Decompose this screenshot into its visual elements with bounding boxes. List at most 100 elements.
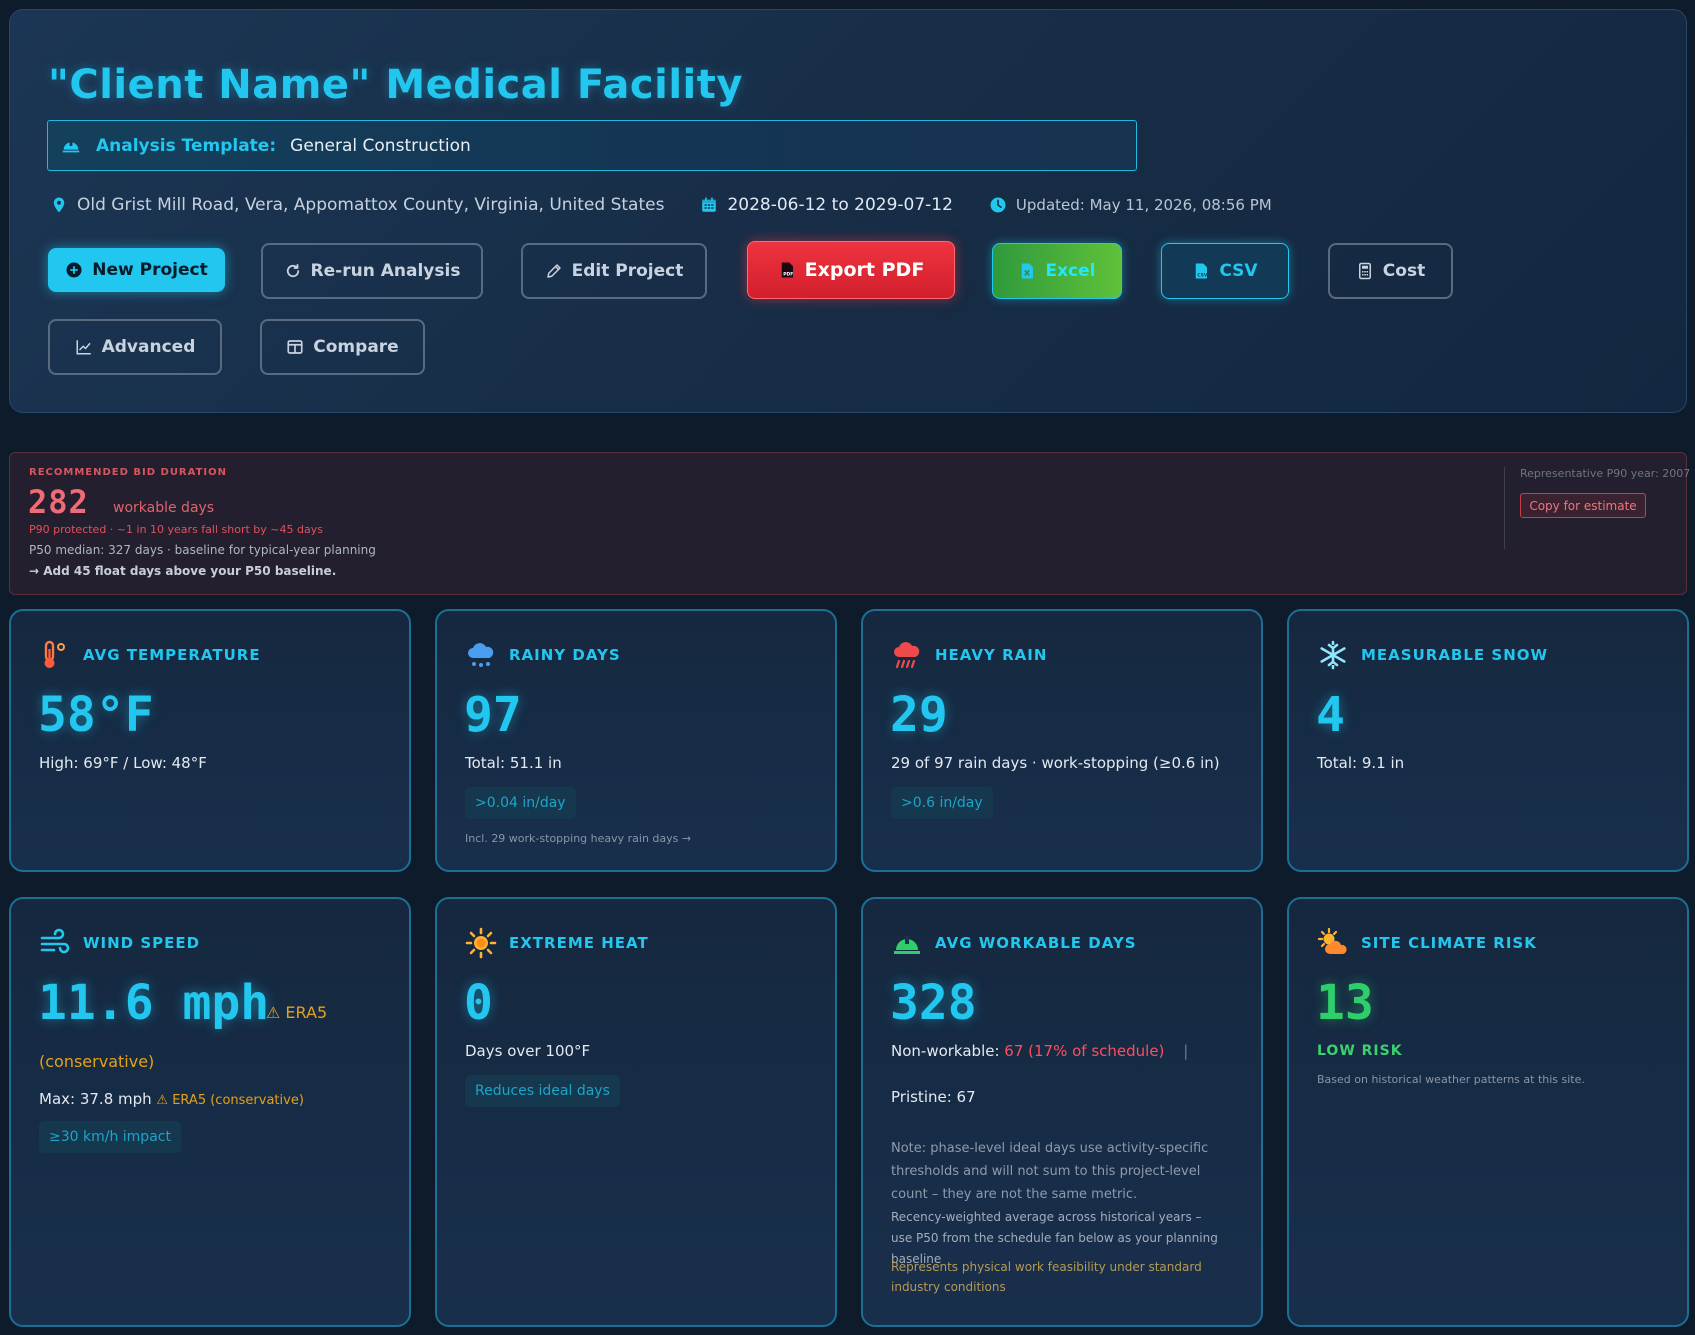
avg-temperature-card: AVG TEMPERATURE 58°F High: 69°F / Low: 4… — [9, 609, 411, 872]
refresh-icon — [286, 264, 299, 278]
calculator-icon — [1358, 262, 1371, 280]
csv-export-button[interactable]: CSV CSV — [1161, 243, 1289, 299]
wind-impact-chip: ≥30 km/h impact — [39, 1121, 181, 1153]
snowflake-icon — [1320, 640, 1346, 670]
new-project-label: New Project — [92, 260, 208, 280]
bid-divider — [1504, 467, 1505, 549]
pencil-icon — [546, 264, 561, 278]
extreme-heat-card: EXTREME HEAT 0 Days over 100°F Reduces i… — [435, 897, 837, 1327]
date-range-text: 2028-06-12 to 2029-07-12 — [727, 195, 953, 215]
cost-button[interactable]: Cost — [1328, 243, 1453, 299]
edit-project-label: Edit Project — [571, 261, 684, 281]
page-title: "Client Name" Medical Facility — [48, 62, 743, 108]
wind-speed-card: WIND SPEED 11.6 mph ⚠ ERA5 (conservative… — [9, 897, 411, 1327]
rerun-label: Re-run Analysis — [310, 261, 461, 281]
cost-label: Cost — [1382, 261, 1426, 281]
rainy-days-value: 97 — [464, 687, 522, 743]
card-title: AVG TEMPERATURE — [83, 646, 261, 664]
extreme-heat-detail: Days over 100°F — [465, 1042, 591, 1060]
svg-text:CSV: CSV — [1198, 272, 1209, 278]
line-chart-icon — [76, 340, 91, 355]
wind-max-value: Max: 37.8 mph — [39, 1090, 152, 1108]
project-header: "Client Name" Medical Facility Analysis … — [9, 9, 1687, 413]
bid-value: 282 — [28, 483, 89, 521]
sun-cloud-icon — [1317, 927, 1347, 954]
measurable-snow-card: MEASURABLE SNOW 4 Total: 9.1 in — [1287, 609, 1689, 872]
map-pin-icon — [53, 197, 65, 213]
rain-cloud-icon — [468, 643, 494, 667]
site-climate-risk-card: SITE CLIMATE RISK 13 LOW RISK Based on h… — [1287, 897, 1689, 1327]
last-updated-text: Updated: May 11, 2026, 08:56 PM — [1015, 196, 1272, 214]
svg-text:PDF: PDF — [783, 271, 793, 277]
wind-icon — [40, 928, 70, 954]
era5-conservative: (conservative) — [39, 1052, 155, 1071]
wind-max: Max: 37.8 mph ⚠ ERA5 (conservative) — [39, 1090, 304, 1108]
card-title: EXTREME HEAT — [509, 934, 649, 952]
location: Old Grist Mill Road, Vera, Appomattox Co… — [50, 195, 664, 215]
era5-badge: ⚠ ERA5 — [266, 1003, 328, 1022]
card-title: MEASURABLE SNOW — [1361, 646, 1549, 664]
non-workable: Non-workable: 67 (17% of schedule) | — [891, 1042, 1188, 1060]
bid-label: RECOMMENDED BID DURATION — [29, 467, 228, 478]
edit-project-button[interactable]: Edit Project — [521, 243, 707, 299]
avg-temperature-value: 58°F — [38, 687, 154, 743]
csv-label: CSV — [1219, 261, 1258, 281]
card-title: AVG WORKABLE DAYS — [935, 934, 1137, 952]
workable-days-value: 328 — [890, 975, 977, 1031]
snow-total: Total: 9.1 in — [1317, 754, 1405, 772]
feasibility-note: Represents physical work feasibility und… — [891, 1260, 1202, 1294]
heavy-rain-value: 29 — [890, 687, 948, 743]
rain-note: Incl. 29 work-stopping heavy rain days → — [465, 832, 692, 845]
excel-export-button[interactable]: Excel — [992, 243, 1122, 299]
snow-value: 4 — [1316, 687, 1345, 743]
heavy-rain-icon — [894, 642, 920, 669]
plus-circle-icon — [66, 262, 82, 278]
card-title: RAINY DAYS — [509, 646, 621, 664]
copy-for-estimate-button[interactable]: Copy for estimate — [1520, 493, 1646, 518]
card-title: SITE CLIMATE RISK — [1361, 934, 1537, 952]
card-title: WIND SPEED — [83, 934, 201, 952]
representative-year: Representative P90 year: 2007 — [1520, 467, 1691, 480]
template-label: Analysis Template: — [96, 135, 277, 156]
temperature-range: High: 69°F / Low: 48°F — [39, 754, 207, 772]
heat-impact-chip: Reduces ideal days — [465, 1075, 620, 1107]
risk-note: Based on historical weather patterns at … — [1317, 1073, 1585, 1086]
new-project-button[interactable]: New Project — [48, 248, 225, 292]
template-value: General Construction — [290, 135, 471, 156]
hardhat-icon — [894, 936, 920, 954]
calendar-icon — [702, 197, 717, 212]
heavy-rain-detail: 29 of 97 rain days · work-stopping (≥0.6… — [891, 754, 1220, 772]
risk-level: LOW RISK — [1317, 1043, 1403, 1059]
export-pdf-button[interactable]: PDF Export PDF — [747, 241, 955, 299]
pdf-file-icon: PDF — [781, 262, 793, 278]
advanced-button[interactable]: Advanced — [48, 319, 222, 375]
card-title: HEAVY RAIN — [935, 646, 1048, 664]
non-workable-value: 67 (17% of schedule) — [1004, 1042, 1165, 1060]
hardhat-icon — [62, 140, 80, 152]
wind-max-badge: ⚠ ERA5 (conservative) — [156, 1093, 304, 1108]
compare-button[interactable]: Compare — [260, 319, 425, 375]
separator: | — [1183, 1042, 1189, 1060]
bid-p50-note: P50 median: 327 days · baseline for typi… — [29, 543, 376, 557]
sun-icon — [465, 927, 497, 959]
extreme-heat-value: 0 — [464, 975, 493, 1031]
location-text: Old Grist Mill Road, Vera, Appomattox Co… — [77, 195, 665, 215]
analysis-template-bar: Analysis Template: General Construction — [47, 120, 1137, 171]
bid-p90-note: P90 protected · ~1 in 10 years fall shor… — [29, 523, 323, 536]
export-pdf-label: Export PDF — [804, 259, 925, 281]
bid-float-note: → Add 45 float days above your P50 basel… — [29, 564, 337, 578]
rain-threshold-chip: >0.04 in/day — [465, 787, 576, 819]
date-range: 2028-06-12 to 2029-07-12 — [700, 195, 953, 215]
recommended-bid-duration: RECOMMENDED BID DURATION 282 workable da… — [9, 452, 1691, 595]
heavy-rain-card: HEAVY RAIN 29 29 of 97 rain days · work-… — [861, 609, 1263, 872]
last-updated: Updated: May 11, 2026, 08:56 PM — [989, 196, 1272, 214]
rain-total: Total: 51.1 in — [465, 754, 562, 772]
phase-note: Note: phase-level ideal days use activit… — [891, 1141, 1209, 1202]
thermometer-icon — [44, 640, 65, 668]
non-workable-label: Non-workable: — [891, 1042, 1000, 1060]
climate-risk-value: 13 — [1316, 975, 1374, 1031]
heavy-rain-threshold-chip: >0.6 in/day — [891, 787, 993, 819]
project-meta: Old Grist Mill Road, Vera, Appomattox Co… — [50, 192, 1272, 218]
rerun-analysis-button[interactable]: Re-run Analysis — [261, 243, 483, 299]
excel-label: Excel — [1045, 261, 1096, 281]
